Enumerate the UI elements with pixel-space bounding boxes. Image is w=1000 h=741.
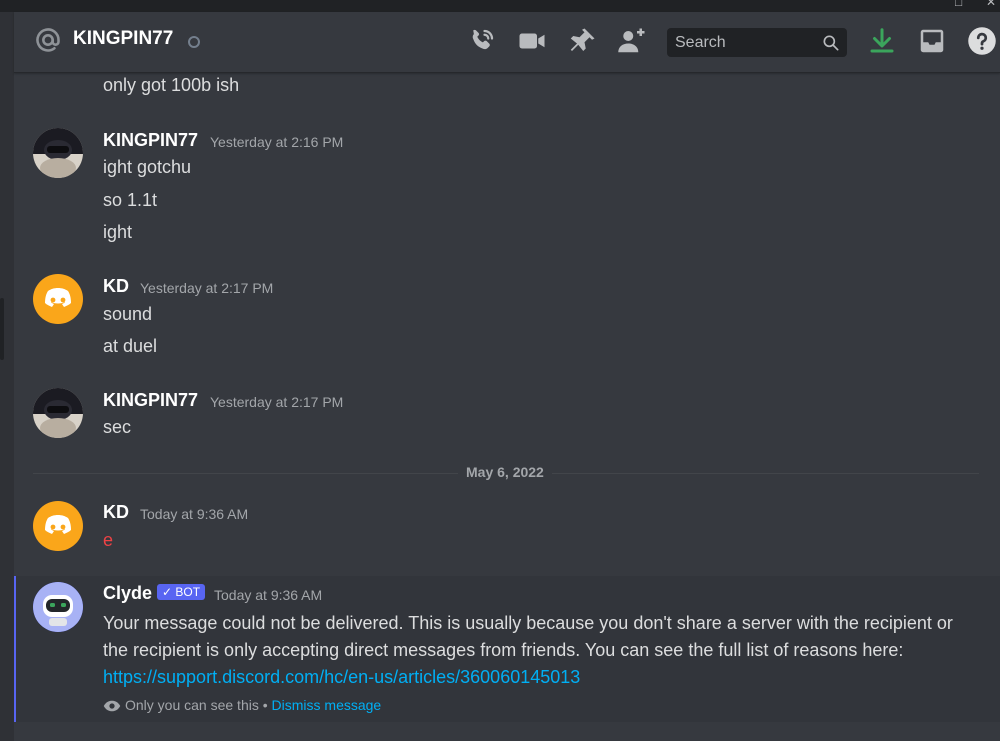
pin-icon[interactable] <box>567 26 597 56</box>
avatar[interactable] <box>33 501 83 551</box>
message-author[interactable]: Clyde <box>103 583 152 604</box>
message-text: e <box>103 530 114 550</box>
scrollbar-marker <box>0 298 4 360</box>
message-timestamp: Today at 9:36 AM <box>214 587 323 603</box>
discord-logo-icon <box>45 288 71 307</box>
message-text: ight gotchu <box>103 157 192 177</box>
status-dot-icon <box>188 36 200 48</box>
channel-name: KINGPIN77 <box>73 28 174 49</box>
ephemeral-notice: Only you can see this • Dismiss message <box>103 697 381 713</box>
date-divider-label: May 6, 2022 <box>458 464 552 480</box>
avatar[interactable] <box>33 274 83 324</box>
discord-logo-icon <box>45 515 71 534</box>
message-list: only got 100b ish KINGPIN77 Yesterday at… <box>14 73 1000 741</box>
bot-badge: ✓ BOT <box>157 584 206 600</box>
left-sidebar-edge <box>0 12 14 741</box>
user-photo-icon <box>33 388 83 438</box>
channel-header: KINGPIN77 <box>14 12 1000 73</box>
add-friend-icon[interactable] <box>617 26 647 56</box>
dismiss-message-link[interactable]: Dismiss message <box>272 697 382 713</box>
message-text: so 1.1t <box>103 190 158 210</box>
message-author[interactable]: KD <box>103 276 129 297</box>
message-author[interactable]: KINGPIN77 <box>103 130 198 151</box>
search-icon[interactable] <box>821 33 841 53</box>
search-box[interactable] <box>667 28 847 57</box>
message-text: at duel <box>103 336 158 356</box>
inbox-icon[interactable] <box>917 26 947 56</box>
download-icon[interactable] <box>867 26 897 56</box>
message-timestamp: Yesterday at 2:17 PM <box>210 394 344 410</box>
message-timestamp: Today at 9:36 AM <box>140 506 249 522</box>
user-photo-icon <box>33 128 83 178</box>
message-text: ight <box>103 222 133 242</box>
avatar[interactable] <box>33 582 83 632</box>
voice-call-icon[interactable] <box>467 26 497 56</box>
message-author[interactable]: KD <box>103 502 129 523</box>
message-timestamp: Yesterday at 2:16 PM <box>210 134 344 150</box>
help-icon[interactable] <box>967 26 997 56</box>
message-timestamp: Yesterday at 2:17 PM <box>140 280 274 296</box>
message-text: only got 100b ish <box>103 75 240 95</box>
close-icon[interactable]: ✕ <box>986 0 996 8</box>
message-author[interactable]: KINGPIN77 <box>103 390 198 411</box>
video-call-icon[interactable] <box>517 26 547 56</box>
clyde-message: Your message could not be delivered. Thi… <box>103 610 953 691</box>
maximize-icon[interactable]: □ <box>955 0 962 8</box>
clyde-robot-icon <box>33 582 83 632</box>
only-you-text: Only you can see this • <box>125 697 272 713</box>
search-input[interactable] <box>667 28 815 57</box>
message-text: sec <box>103 417 132 437</box>
avatar[interactable] <box>33 128 83 178</box>
clyde-message-text: Your message could not be delivered. Thi… <box>103 613 953 660</box>
support-link[interactable]: https://support.discord.com/hc/en-us/art… <box>103 667 580 687</box>
eye-icon <box>103 701 121 712</box>
at-icon <box>36 28 60 52</box>
message-text: sound <box>103 304 153 324</box>
avatar[interactable] <box>33 388 83 438</box>
window-titlebar: □ ✕ <box>0 0 1000 12</box>
